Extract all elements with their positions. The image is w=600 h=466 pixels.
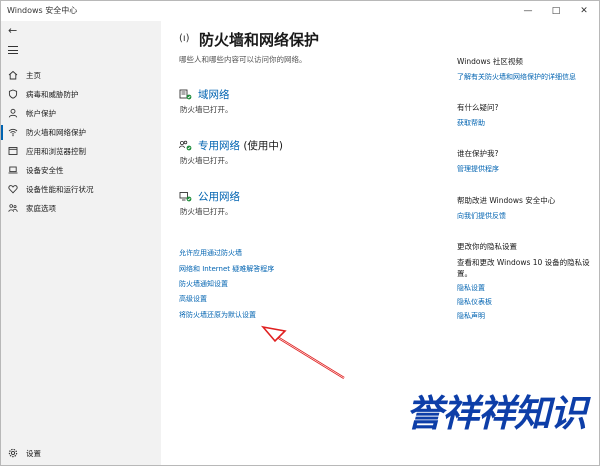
watermark-text: 誉祥祥知识 — [406, 383, 587, 437]
watermark-brand-suffix: 祥知识 — [478, 392, 587, 435]
watermark-logo: 誉祥祥知识 — [406, 383, 587, 445]
security-center-window: Windows 安全中心 — □ ✕ ← 主页 病毒和威胁防护 帐户保护 防火墙… — [0, 0, 600, 466]
watermark-brand: 誉祥 — [406, 392, 479, 435]
